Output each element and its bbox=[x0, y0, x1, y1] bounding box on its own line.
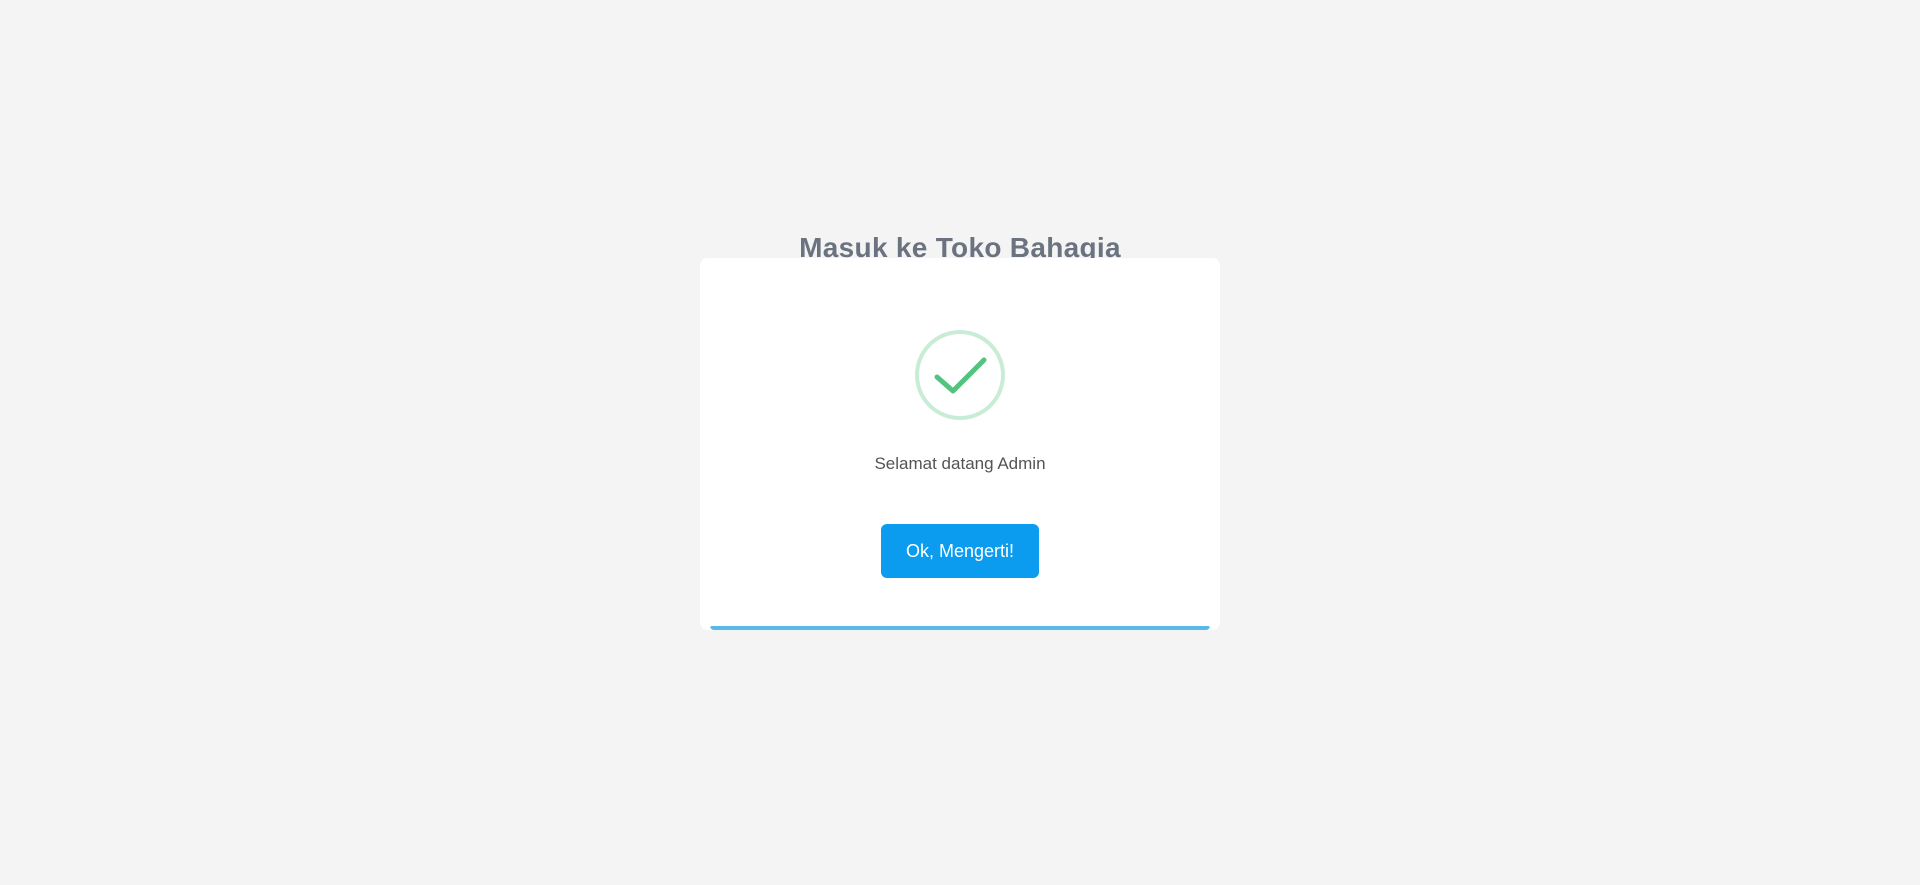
confirm-button[interactable]: Ok, Mengerti! bbox=[881, 524, 1039, 578]
success-check-icon bbox=[915, 330, 1005, 420]
success-dialog: Selamat datang Admin Ok, Mengerti! bbox=[700, 258, 1220, 630]
timer-progress-bar bbox=[710, 626, 1210, 630]
dialog-message: Selamat datang Admin bbox=[874, 454, 1046, 473]
timer-progress-fill bbox=[710, 626, 1210, 630]
